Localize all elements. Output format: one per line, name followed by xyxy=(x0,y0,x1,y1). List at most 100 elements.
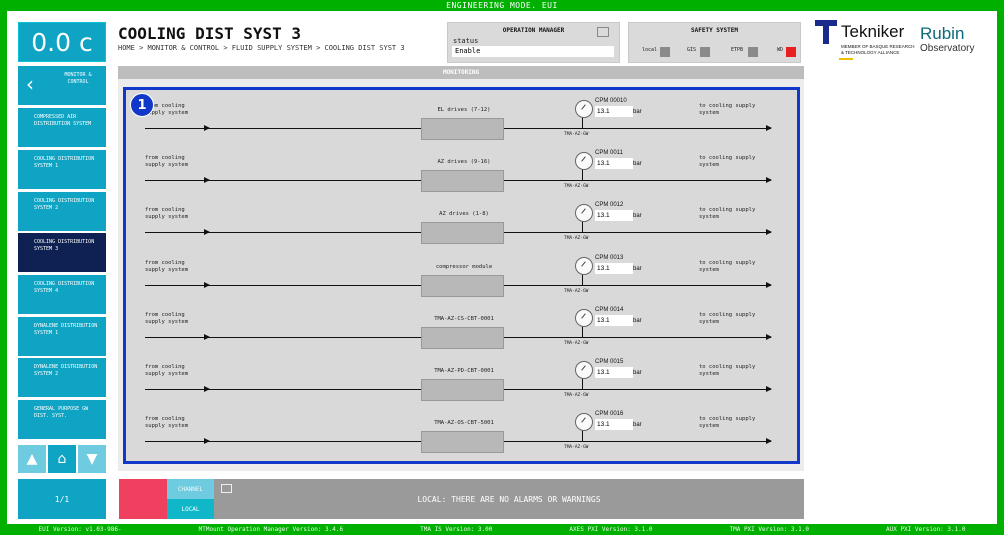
pressure-unit: bar xyxy=(633,265,642,272)
cpm-label: CPM 0016 xyxy=(595,411,624,418)
to-label: to cooling supply system xyxy=(699,364,756,377)
chevron-left-icon: ‹ xyxy=(26,72,34,96)
flow-arrow-icon xyxy=(766,125,772,131)
rubin-line1: Rubin xyxy=(920,24,965,43)
flow-arrow-icon xyxy=(204,281,210,288)
sidebar-item-8[interactable]: GENERAL PURPOSE GW DIST. SYST. xyxy=(18,400,106,439)
pressure-gauge-icon[interactable] xyxy=(575,308,593,327)
step-badge: 1 xyxy=(130,93,154,117)
device-label: compressor module xyxy=(435,263,493,270)
from-label: from cooling supply system xyxy=(145,155,189,169)
from-label: from cooling supply system xyxy=(145,207,189,221)
sidebar-item-1[interactable]: COMPRESSED AIR DISTRIBUTION SYSTEM xyxy=(18,108,106,147)
back-monitor-control-button[interactable]: ‹ MONITOR & CONTROL xyxy=(18,66,106,105)
sidebar-item-2[interactable]: COOLING DISTRIBUTION SYSTEM 1 xyxy=(18,150,106,189)
device-box[interactable] xyxy=(421,222,504,245)
sidebar-item-5[interactable]: COOLING DISTRIBUTION SYSTEM 4 xyxy=(18,275,106,314)
flow-arrow-icon xyxy=(766,333,772,340)
flow-line-row: from cooling supply system to cooling sup… xyxy=(126,359,797,411)
to-label: to cooling supply system xyxy=(699,311,756,325)
to-label: to cooling supply system xyxy=(699,103,756,116)
status-label: status xyxy=(453,37,479,45)
version-text: AUX PXI Version: 3.1.0 xyxy=(886,526,966,533)
chevron-up-icon: ▲ xyxy=(26,451,38,467)
device-label: TMA-AZ-OS-CBT-5001 xyxy=(434,420,494,427)
pressure-unit: bar xyxy=(633,317,642,324)
flow-arrow-icon xyxy=(204,438,210,445)
cpm-label: CPM 0014 xyxy=(595,306,624,313)
pressure-value: 13.1 xyxy=(595,314,633,326)
safety-label-etpb: ETPB xyxy=(731,47,744,53)
home-button[interactable]: ⌂ xyxy=(48,445,76,473)
safety-indicator-etpb xyxy=(748,47,758,57)
device-label: EL drives (7-12) xyxy=(437,107,491,113)
device-label: AZ drives (9-16) xyxy=(437,159,491,166)
home-icon: ⌂ xyxy=(57,451,67,467)
pressure-gauge-icon[interactable] xyxy=(575,413,593,432)
cpm-label: CPM 00010 xyxy=(595,98,627,104)
pressure-value: 13.1 xyxy=(595,262,633,274)
pressure-unit: bar xyxy=(633,370,642,376)
flow-line-row: from cooling supply system to cooling sup… xyxy=(126,255,797,307)
status-value: Enable xyxy=(452,46,614,57)
scroll-down-button[interactable]: ▼ xyxy=(78,445,106,473)
cpm-label: CPM 0012 xyxy=(595,202,624,209)
flow-arrow-icon xyxy=(766,281,772,288)
alarm-indicator[interactable] xyxy=(119,479,167,519)
device-box[interactable] xyxy=(421,274,504,297)
safety-indicator-local xyxy=(660,47,670,57)
safety-system-panel: SAFETY SYSTEM local GIS ETPB WD xyxy=(628,22,801,63)
page-title: COOLING DIST SYST 3 xyxy=(118,24,302,43)
sensor-tag: TMA-AZ-GW xyxy=(564,445,589,451)
device-box[interactable] xyxy=(421,379,504,401)
device-label: AZ drives (1-8) xyxy=(439,211,489,218)
flow-arrow-icon xyxy=(766,438,772,445)
pressure-value: 13.1 xyxy=(595,367,633,378)
local-button[interactable]: LOCAL xyxy=(167,499,214,519)
pressure-gauge-icon[interactable] xyxy=(575,204,593,223)
version-text: AXES PXI Version: 3.1.0 xyxy=(569,526,653,533)
device-box[interactable] xyxy=(421,118,504,140)
scroll-up-button[interactable]: ▲ xyxy=(18,445,46,473)
device-label: TMA-AZ-CS-CBT-0001 xyxy=(434,315,494,322)
pressure-gauge-icon[interactable] xyxy=(575,361,593,379)
sensor-tag: TMA-AZ-GW xyxy=(564,340,589,346)
to-label: to cooling supply system xyxy=(699,207,756,221)
sidebar-item-4[interactable]: COOLING DISTRIBUTION SYSTEM 3 xyxy=(18,233,106,272)
pressure-value: 13.1 xyxy=(595,210,633,222)
sensor-tag: TMA-AZ-GW xyxy=(564,236,589,242)
pressure-gauge-icon[interactable] xyxy=(575,100,593,118)
sidebar-item-7[interactable]: DYNALENE DISTRIBUTION SYSTEM 2 xyxy=(18,358,106,397)
device-box[interactable] xyxy=(421,431,504,454)
flow-arrow-icon xyxy=(204,333,210,340)
rubin-logo: Rubin Observatory xyxy=(920,25,990,61)
rubin-line2: Observatory xyxy=(920,43,975,54)
sensor-tag: TMA-AZ-GW xyxy=(564,288,589,294)
sensor-connector xyxy=(582,220,583,233)
alarm-message-bar: LOCAL: THERE ARE NO ALARMS OR WARNINGS xyxy=(214,479,804,519)
flow-arrow-icon xyxy=(766,386,772,392)
acknowledge-icon[interactable] xyxy=(221,484,232,493)
to-label: to cooling supply system xyxy=(699,416,756,430)
flow-arrow-icon xyxy=(766,177,772,184)
device-box[interactable] xyxy=(421,170,504,193)
pressure-gauge-icon[interactable] xyxy=(575,152,593,171)
cpm-label: CPM 0013 xyxy=(595,254,624,261)
pressure-unit: bar xyxy=(633,109,642,115)
monitoring-title: MONITORING xyxy=(118,66,804,79)
page-indicator: 1/1 xyxy=(18,479,106,519)
sidebar-item-3[interactable]: COOLING DISTRIBUTION SYSTEM 2 xyxy=(18,192,106,231)
flow-line-row: from cooling supply system to cooling sup… xyxy=(126,98,797,150)
pressure-value: 13.1 xyxy=(595,419,633,431)
from-label: from cooling supply system xyxy=(145,416,189,430)
channel-button[interactable]: CHANNEL xyxy=(167,479,214,499)
engineering-mode-banner: ENGINEERING MODE. EUI xyxy=(446,1,558,10)
cpm-label: CPM 0011 xyxy=(595,150,623,157)
device-box[interactable] xyxy=(421,326,504,349)
sidebar-item-6[interactable]: DYNALENE DISTRIBUTION SYSTEM 1 xyxy=(18,317,106,356)
back-label: MONITOR & CONTROL xyxy=(64,72,92,85)
cpm-label: CPM 0015 xyxy=(595,359,624,365)
request-control-icon[interactable] xyxy=(597,27,609,37)
flow-line-row: from cooling supply system to cooling sup… xyxy=(126,150,797,202)
pressure-gauge-icon[interactable] xyxy=(575,256,593,275)
